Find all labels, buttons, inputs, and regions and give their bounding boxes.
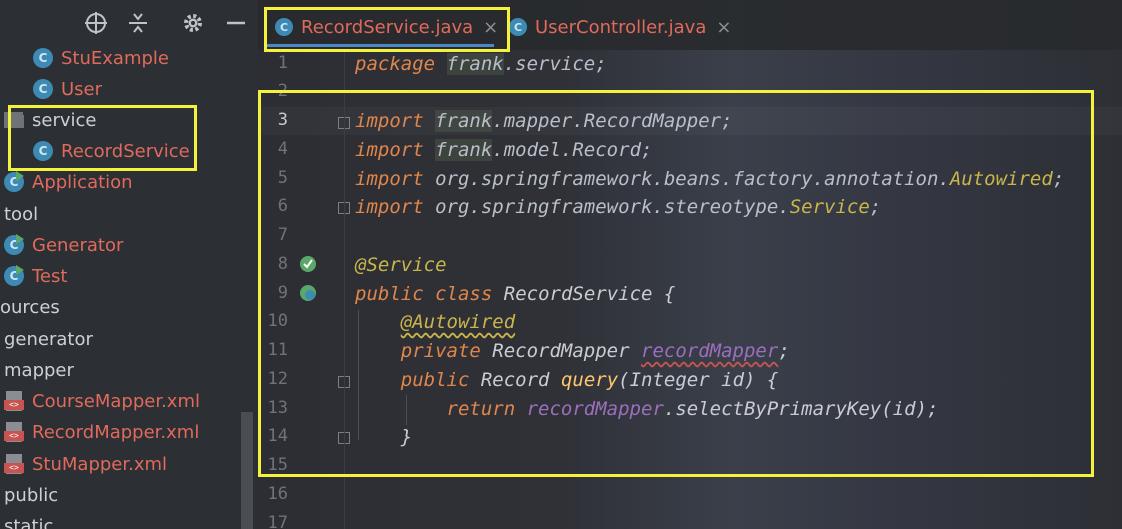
tree-item-resources[interactable]: ources [0, 293, 60, 321]
xml-file-icon: <> [4, 391, 26, 411]
tree-item-test[interactable]: C Test [4, 262, 67, 290]
tree-item-stuexample[interactable]: C StuExample [33, 44, 169, 72]
tree-item-label: RecordMapper.xml [32, 421, 200, 443]
tree-item-label: CourseMapper.xml [32, 390, 200, 412]
crosshair-icon[interactable] [84, 11, 108, 35]
highlight-box-service [8, 105, 197, 171]
tree-item-label: ources [0, 296, 60, 318]
collapse-all-icon[interactable] [126, 11, 150, 35]
project-panel: C StuExample C User service C RecordServ… [0, 0, 258, 529]
tree-item-label: Generator [32, 234, 124, 256]
class-icon: C [33, 79, 53, 99]
tree-item-label: static [4, 515, 54, 529]
xml-file-icon: <> [4, 422, 26, 442]
tree-item-label: Test [32, 265, 68, 287]
package-segment: frank [446, 53, 504, 75]
tree-item-label: generator [4, 328, 93, 350]
spring-run-icon: C [4, 171, 24, 192]
line-number: 16 [267, 484, 288, 504]
gear-icon[interactable] [181, 11, 205, 35]
minimize-icon[interactable] [224, 11, 248, 35]
sidebar-scrollbar[interactable] [241, 412, 253, 529]
tree-item-application[interactable]: C Application [4, 168, 133, 196]
tab-usercontroller[interactable]: C UserController.java × [499, 8, 731, 46]
highlight-box-tab [264, 7, 510, 52]
run-class-icon: C [4, 265, 24, 286]
keyword: package [355, 53, 436, 75]
tree-item-stumapper-xml[interactable]: <> StuMapper.xml [4, 450, 167, 478]
tree-item-generator-folder[interactable]: generator [4, 325, 93, 353]
close-icon[interactable]: × [716, 17, 731, 38]
line-number: 17 [267, 513, 288, 529]
tree-item-label: StuMapper.xml [32, 453, 168, 475]
tree-item-static[interactable]: static [4, 512, 53, 529]
run-class-icon: C [4, 234, 24, 255]
class-icon: C [33, 48, 53, 68]
tree-item-label: tool [4, 203, 39, 225]
tree-item-recordmapper-xml[interactable]: <> RecordMapper.xml [4, 418, 199, 446]
tree-item-label: User [61, 78, 103, 100]
line-number: 1 [277, 53, 288, 73]
code-line-1[interactable]: package frank.service; [355, 50, 607, 78]
tree-item-label: public [4, 484, 59, 506]
tree-item-label: mapper [4, 359, 74, 381]
tree-item-mapper-folder[interactable]: mapper [4, 356, 74, 384]
highlight-box-code [258, 90, 1094, 477]
tree-item-tool[interactable]: tool [4, 200, 38, 228]
project-panel-toolbar [0, 0, 258, 42]
tree-item-coursemapper-xml[interactable]: <> CourseMapper.xml [4, 387, 200, 415]
tree-item-user[interactable]: C User [33, 75, 102, 103]
tree-item-label: Application [32, 171, 133, 193]
tree-item-public[interactable]: public [4, 481, 58, 509]
tree-item-label: StuExample [61, 47, 169, 69]
tab-label: UserController.java [535, 16, 707, 38]
xml-file-icon: <> [4, 454, 26, 474]
class-icon: C [509, 18, 527, 36]
tree-item-generator-class[interactable]: C Generator [4, 231, 123, 259]
package-path: .service; [503, 53, 607, 75]
